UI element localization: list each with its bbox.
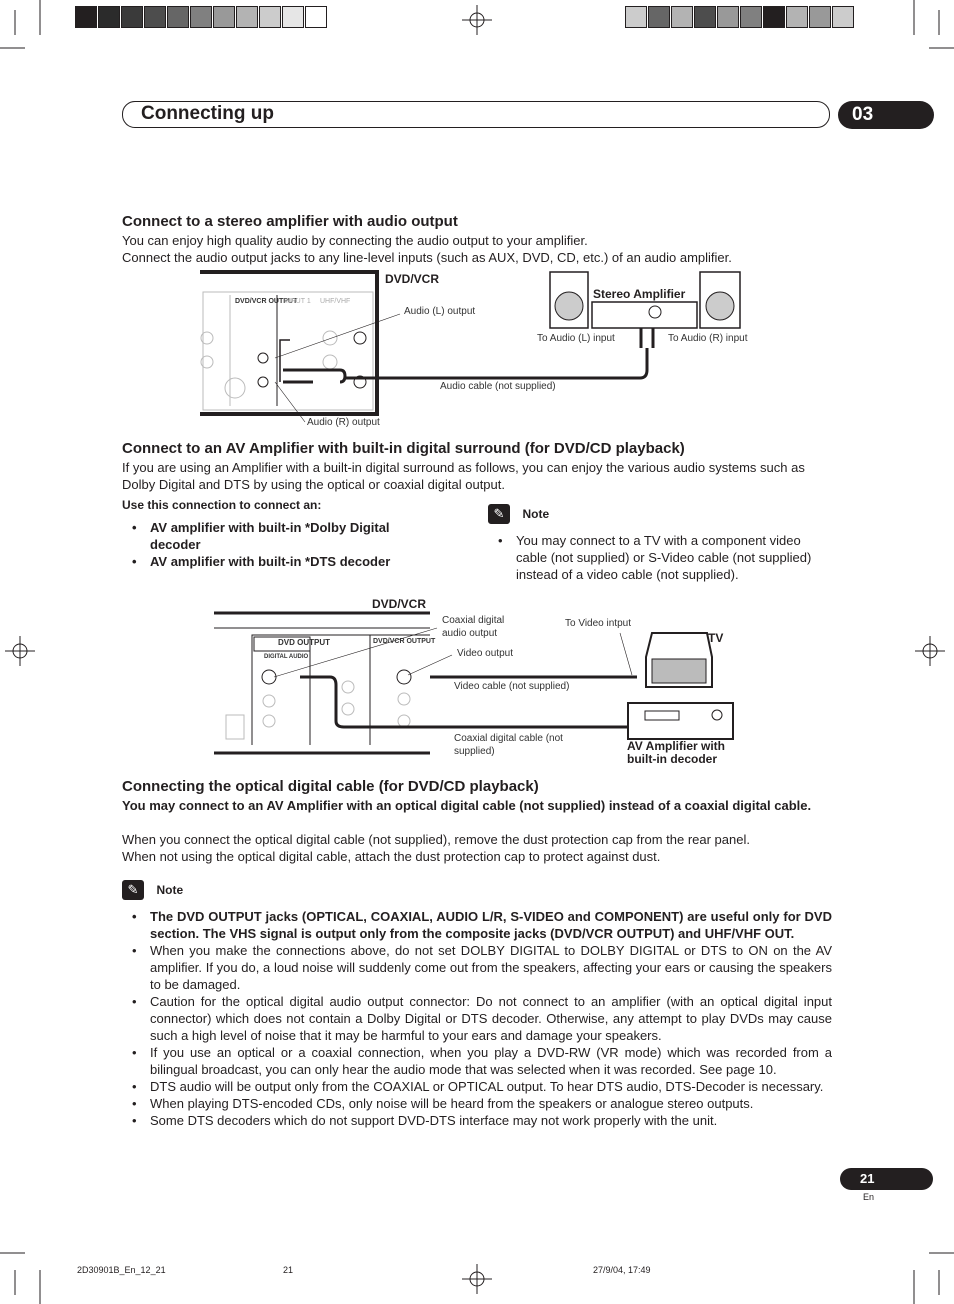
paragraph: Connect the audio output jacks to any li… xyxy=(122,250,732,265)
section-header: Connecting up xyxy=(122,101,830,128)
section2-heading: Connect to an AV Amplifier with built-in… xyxy=(122,440,685,457)
callout-to-r: To Audio (R) input xyxy=(668,333,748,344)
paragraph: When you connect the optical digital cab… xyxy=(122,832,750,847)
paragraph: You can enjoy high quality audio by conn… xyxy=(122,233,588,248)
panel-label: DVD/VCR OUTPUT xyxy=(373,638,436,645)
note-pencil-icon: ✎ xyxy=(488,504,510,524)
note-title: Note xyxy=(522,507,550,522)
coax-cable-label: Coaxial digital cable (not supplied) xyxy=(454,733,563,757)
list-item: You may connect to a TV with a component… xyxy=(488,532,834,583)
callout-to-video: To Video intput xyxy=(565,618,631,629)
callout-to-l: To Audio (L) input xyxy=(537,333,615,344)
list-item: If you use an optical or a coaxial conne… xyxy=(122,1044,832,1078)
list-item: AV amplifier with built-in *Dolby Digita… xyxy=(122,519,432,553)
section3-body: When you connect the optical digital cab… xyxy=(122,831,834,865)
page-number: 21 xyxy=(840,1168,933,1190)
av-amp-diagram: DVD/VCR DVD OUTPUT DIGITAL AUDIO DVD/VCR… xyxy=(212,595,752,770)
note-pencil-icon: ✎ xyxy=(122,880,144,900)
list-item: AV amplifier with built-in *DTS decoder xyxy=(122,553,432,570)
list-item: DTS audio will be output only from the C… xyxy=(122,1078,832,1095)
callout-audio-l: Audio (L) output xyxy=(404,306,476,317)
language-code: En xyxy=(863,1192,875,1202)
device-label: DVD/VCR xyxy=(385,272,440,286)
cable-label: Audio cable (not supplied) xyxy=(440,381,556,392)
section3-heading: Connecting the optical digital cable (fo… xyxy=(122,778,539,795)
section2-paragraph: If you are using an Amplifier with a bui… xyxy=(122,460,805,492)
callout-audio-r: Audio (R) output xyxy=(307,417,380,428)
panel-label: DVD OUTPUT xyxy=(278,638,330,647)
note-title: Note xyxy=(156,883,184,898)
manual-page: Connecting up 03 Connect to a stereo amp… xyxy=(0,0,954,1304)
list-item: Caution for the optical digital audio ou… xyxy=(122,993,832,1044)
callout-coax-out: Coaxial digital audio output xyxy=(442,615,505,639)
footer-file: 2D30901B_En_12_21 xyxy=(77,1265,166,1275)
list-item: Some DTS decoders which do not support D… xyxy=(122,1112,832,1129)
decoder-list: AV amplifier with built-in *Dolby Digita… xyxy=(122,519,432,570)
amp-label: Stereo Amplifier xyxy=(593,287,686,301)
panel-label: DIGITAL AUDIO xyxy=(264,654,309,660)
tv-label: TV xyxy=(708,631,724,645)
section3-bold-paragraph: You may connect to an AV Amplifier with … xyxy=(122,798,812,813)
registration-mark-bottom xyxy=(462,1264,492,1294)
list-item: The DVD OUTPUT jacks (OPTICAL, COAXIAL, … xyxy=(122,908,832,942)
registration-mark-top xyxy=(462,5,492,35)
section1-heading: Connect to a stereo amplifier with audio… xyxy=(122,213,458,230)
chapter-number: 03 xyxy=(838,101,934,129)
video-cable-label: Video cable (not supplied) xyxy=(454,681,570,692)
stereo-amp-diagram: DVD/VCR DVD/VCR OUTPUT INPUT 1 UHF/VHF A… xyxy=(195,270,775,432)
note-box: ✎ Note xyxy=(488,504,549,524)
callout-video-out: Video output xyxy=(457,648,513,659)
diagram-drawing xyxy=(200,270,741,423)
note-box: ✎ Note xyxy=(122,880,183,900)
panel-label: UHF/VHF xyxy=(320,298,351,305)
list-item: When playing DTS-encoded CDs, only noise… xyxy=(122,1095,832,1112)
footer-page: 21 xyxy=(283,1265,294,1275)
paragraph: When not using the optical digital cable… xyxy=(122,849,661,864)
panel-label: INPUT 1 xyxy=(284,298,311,305)
use-label: Use this connection to connect an: xyxy=(122,498,322,512)
device-label: DVD/VCR xyxy=(372,597,427,611)
registration-mark-right xyxy=(915,636,945,666)
section-title: Connecting up xyxy=(141,103,274,124)
note-list: The DVD OUTPUT jacks (OPTICAL, COAXIAL, … xyxy=(122,908,832,1129)
section1-body: You can enjoy high quality audio by conn… xyxy=(122,232,834,266)
footer-date: 27/9/04, 17:49 xyxy=(593,1265,651,1275)
av-amp-label: AV Amplifier with built-in decoder xyxy=(627,739,726,766)
registration-mark-left xyxy=(5,636,35,666)
list-item: When you make the connections above, do … xyxy=(122,942,832,993)
note-list: You may connect to a TV with a component… xyxy=(488,532,834,583)
